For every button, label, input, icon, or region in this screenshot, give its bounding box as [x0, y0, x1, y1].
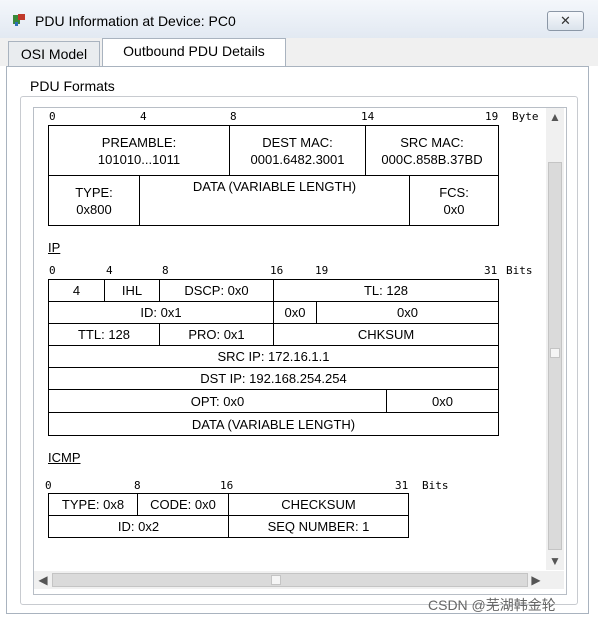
- ruler-tick: 4: [140, 110, 147, 123]
- icmp-heading: ICMP: [48, 450, 81, 465]
- ruler-tick: 16: [220, 479, 234, 492]
- packet-tracer-icon: [13, 14, 25, 26]
- ruler-tick: 16: [270, 264, 284, 277]
- ip-src-ip-field: SRC IP: 172.16.1.1: [48, 345, 499, 368]
- ip-options-field: OPT: 0x0: [48, 389, 387, 413]
- ip-dscp-field: DSCP: 0x0: [159, 279, 274, 302]
- ruler-unit: Bits: [422, 479, 449, 492]
- horizontal-scroll-thumb[interactable]: [52, 573, 528, 587]
- close-icon: ✕: [560, 13, 571, 28]
- tab-outbound-pdu-details[interactable]: Outbound PDU Details: [102, 38, 286, 67]
- ruler-tick: 19: [315, 264, 329, 277]
- scroll-left-icon[interactable]: ◀: [34, 571, 52, 589]
- ruler-tick: 8: [162, 264, 169, 277]
- eth-dest-mac-field: DEST MAC: 0001.6482.3001: [229, 125, 366, 176]
- scroll-right-icon[interactable]: ▶: [527, 571, 545, 589]
- ruler-unit: Byte: [512, 110, 539, 123]
- ruler-tick: 0: [49, 264, 56, 277]
- ruler-tick: 19: [485, 110, 499, 123]
- eth-preamble-field: PREAMBLE: 101010...1011: [48, 125, 230, 176]
- window-title: PDU Information at Device: PC0: [35, 13, 236, 29]
- ip-version-field: 4: [48, 279, 105, 302]
- ip-frag-offset-field: 0x0: [316, 301, 499, 324]
- ip-padding-field: 0x0: [386, 389, 499, 413]
- watermark-text: CSDN @芜湖韩金轮: [428, 597, 556, 613]
- ruler-tick: 31: [484, 264, 498, 277]
- ruler-tick: 14: [361, 110, 375, 123]
- eth-src-mac-field: SRC MAC: 000C.858B.37BD: [365, 125, 499, 176]
- ip-tl-field: TL: 128: [273, 279, 499, 302]
- ruler-tick: 0: [49, 110, 56, 123]
- scroll-down-icon[interactable]: ▼: [546, 552, 564, 570]
- ip-protocol-field: PRO: 0x1: [159, 323, 274, 346]
- grip-icon: [550, 348, 560, 358]
- tab-osi-model[interactable]: OSI Model: [8, 41, 100, 66]
- ip-id-field: ID: 0x1: [48, 301, 274, 324]
- ip-dst-ip-field: DST IP: 192.168.254.254: [48, 367, 499, 390]
- close-button[interactable]: ✕: [547, 11, 584, 31]
- ip-ttl-field: TTL: 128: [48, 323, 160, 346]
- icmp-checksum-field: CHECKSUM: [228, 493, 409, 516]
- ip-flags-field: 0x0: [273, 301, 317, 324]
- ip-checksum-field: CHKSUM: [273, 323, 499, 346]
- ruler-tick: 8: [134, 479, 141, 492]
- icmp-seq-field: SEQ NUMBER: 1: [228, 515, 409, 538]
- scroll-up-icon[interactable]: ▲: [546, 108, 564, 126]
- ruler-tick: 8: [230, 110, 237, 123]
- pdu-formats-label: PDU Formats: [27, 78, 118, 94]
- eth-type-field: TYPE: 0x800: [48, 175, 140, 226]
- ip-ihl-field: IHL: [104, 279, 160, 302]
- scroll-corner: [546, 571, 564, 589]
- title-bar: PDU Information at Device: PC0 ✕: [0, 0, 598, 39]
- ip-heading: IP: [48, 240, 61, 255]
- ruler-tick: 4: [106, 264, 113, 277]
- icmp-code-field: CODE: 0x0: [137, 493, 229, 516]
- eth-data-field: DATA (VARIABLE LENGTH): [139, 175, 410, 226]
- icmp-type-field: TYPE: 0x8: [48, 493, 138, 516]
- grip-icon: [271, 575, 281, 585]
- ruler-tick: 31: [395, 479, 409, 492]
- icmp-id-field: ID: 0x2: [48, 515, 229, 538]
- eth-fcs-field: FCS: 0x0: [409, 175, 499, 226]
- ip-data-field: DATA (VARIABLE LENGTH): [48, 412, 499, 436]
- ruler-unit: Bits: [506, 264, 533, 277]
- ruler-tick: 0: [45, 479, 52, 492]
